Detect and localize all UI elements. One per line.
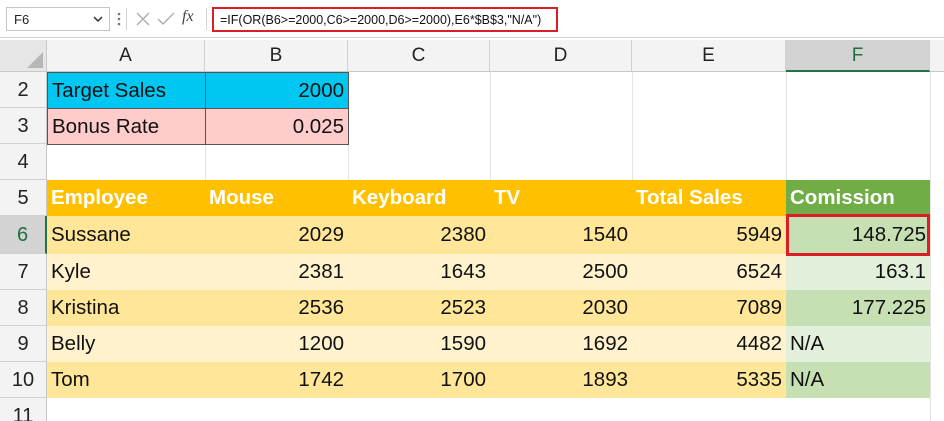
insert-function-icon[interactable]: fx — [182, 8, 194, 26]
cell-c6[interactable]: 2380 — [348, 216, 490, 254]
cell-f9[interactable]: N/A — [786, 326, 930, 362]
row-header-4[interactable]: 4 — [0, 144, 47, 180]
check-icon[interactable] — [156, 10, 176, 28]
cell-c8[interactable]: 2523 — [348, 290, 490, 326]
cell-f10[interactable]: N/A — [786, 362, 930, 398]
name-box[interactable]: F6 — [6, 7, 110, 31]
cell-f6[interactable]: 148.725 — [786, 216, 930, 254]
cell-a9[interactable]: Belly — [47, 326, 205, 362]
cell-a8[interactable]: Kristina — [47, 290, 205, 326]
column-header-c[interactable]: C — [348, 40, 490, 72]
column-header-d[interactable]: D — [490, 40, 632, 72]
formula-bar: F6 fx =IF(OR(B6>=2000,C6>=2000,D6>=2000)… — [0, 0, 944, 38]
select-all-triangle-icon — [27, 52, 43, 68]
row-header-8[interactable]: 8 — [0, 290, 47, 326]
column-header-b[interactable]: B — [205, 40, 348, 72]
name-box-value: F6 — [14, 12, 30, 27]
cell-a3[interactable]: Bonus Rate — [47, 108, 206, 145]
cell-c9[interactable]: 1590 — [348, 326, 490, 362]
column-header-e[interactable]: E — [632, 40, 786, 72]
formula-bar-separator-2 — [206, 8, 207, 30]
cell-b2[interactable]: 2000 — [205, 72, 349, 109]
column-header-g[interactable] — [930, 40, 944, 72]
cell-e5[interactable]: Total Sales — [632, 180, 786, 216]
cell-c7[interactable]: 1643 — [348, 254, 490, 290]
cell-a6[interactable]: Sussane — [47, 216, 205, 254]
cell-c5[interactable]: Keyboard — [348, 180, 490, 216]
cell-e6[interactable]: 5949 — [632, 216, 786, 254]
cell-e9[interactable]: 4482 — [632, 326, 786, 362]
gridline — [930, 72, 931, 421]
select-all-button[interactable] — [0, 40, 47, 72]
cell-b10[interactable]: 1742 — [205, 362, 348, 398]
worksheet-grid: A B C D E F 2 3 4 5 6 7 8 9 10 11 Target… — [0, 40, 944, 421]
row-header-2[interactable]: 2 — [0, 72, 47, 108]
cell-d6[interactable]: 1540 — [490, 216, 632, 254]
row-header-10[interactable]: 10 — [0, 362, 47, 398]
cell-a7[interactable]: Kyle — [47, 254, 205, 290]
cell-e8[interactable]: 7089 — [632, 290, 786, 326]
cell-d5[interactable]: TV — [490, 180, 632, 216]
cell-b7[interactable]: 2381 — [205, 254, 348, 290]
cell-d8[interactable]: 2030 — [490, 290, 632, 326]
cell-d10[interactable]: 1893 — [490, 362, 632, 398]
row-header-5[interactable]: 5 — [0, 180, 47, 216]
gridline — [632, 72, 633, 180]
cell-d9[interactable]: 1692 — [490, 326, 632, 362]
row-header-6[interactable]: 6 — [0, 216, 47, 254]
cell-f8[interactable]: 177.225 — [786, 290, 930, 326]
cancel-icon[interactable] — [134, 10, 152, 28]
cell-a5[interactable]: Employee — [47, 180, 205, 216]
gridline — [786, 72, 787, 180]
gridline — [490, 72, 491, 180]
column-header-f[interactable]: F — [786, 40, 930, 72]
cell-d7[interactable]: 2500 — [490, 254, 632, 290]
chevron-down-icon[interactable] — [91, 11, 105, 27]
cell-c10[interactable]: 1700 — [348, 362, 490, 398]
cell-b6[interactable]: 2029 — [205, 216, 348, 254]
cell-a10[interactable]: Tom — [47, 362, 205, 398]
gridline — [205, 144, 206, 180]
formula-input[interactable]: =IF(OR(B6>=2000,C6>=2000,D6>=2000),E6*$B… — [212, 7, 558, 32]
column-header-a[interactable]: A — [47, 40, 205, 72]
cell-e7[interactable]: 6524 — [632, 254, 786, 290]
row-header-9[interactable]: 9 — [0, 326, 47, 362]
row-header-7[interactable]: 7 — [0, 254, 47, 290]
cell-b8[interactable]: 2536 — [205, 290, 348, 326]
row-header-11[interactable]: 11 — [0, 398, 47, 421]
cell-a2[interactable]: Target Sales — [47, 72, 206, 109]
row-header-3[interactable]: 3 — [0, 108, 47, 144]
cell-f5[interactable]: Comission — [786, 180, 930, 216]
formula-bar-separator — [126, 8, 127, 30]
cell-b5[interactable]: Mouse — [205, 180, 348, 216]
cell-f7[interactable]: 163.1 — [786, 254, 930, 290]
more-options-icon[interactable] — [117, 11, 121, 27]
cell-e10[interactable]: 5335 — [632, 362, 786, 398]
cell-b9[interactable]: 1200 — [205, 326, 348, 362]
cell-b3[interactable]: 0.025 — [205, 108, 349, 145]
